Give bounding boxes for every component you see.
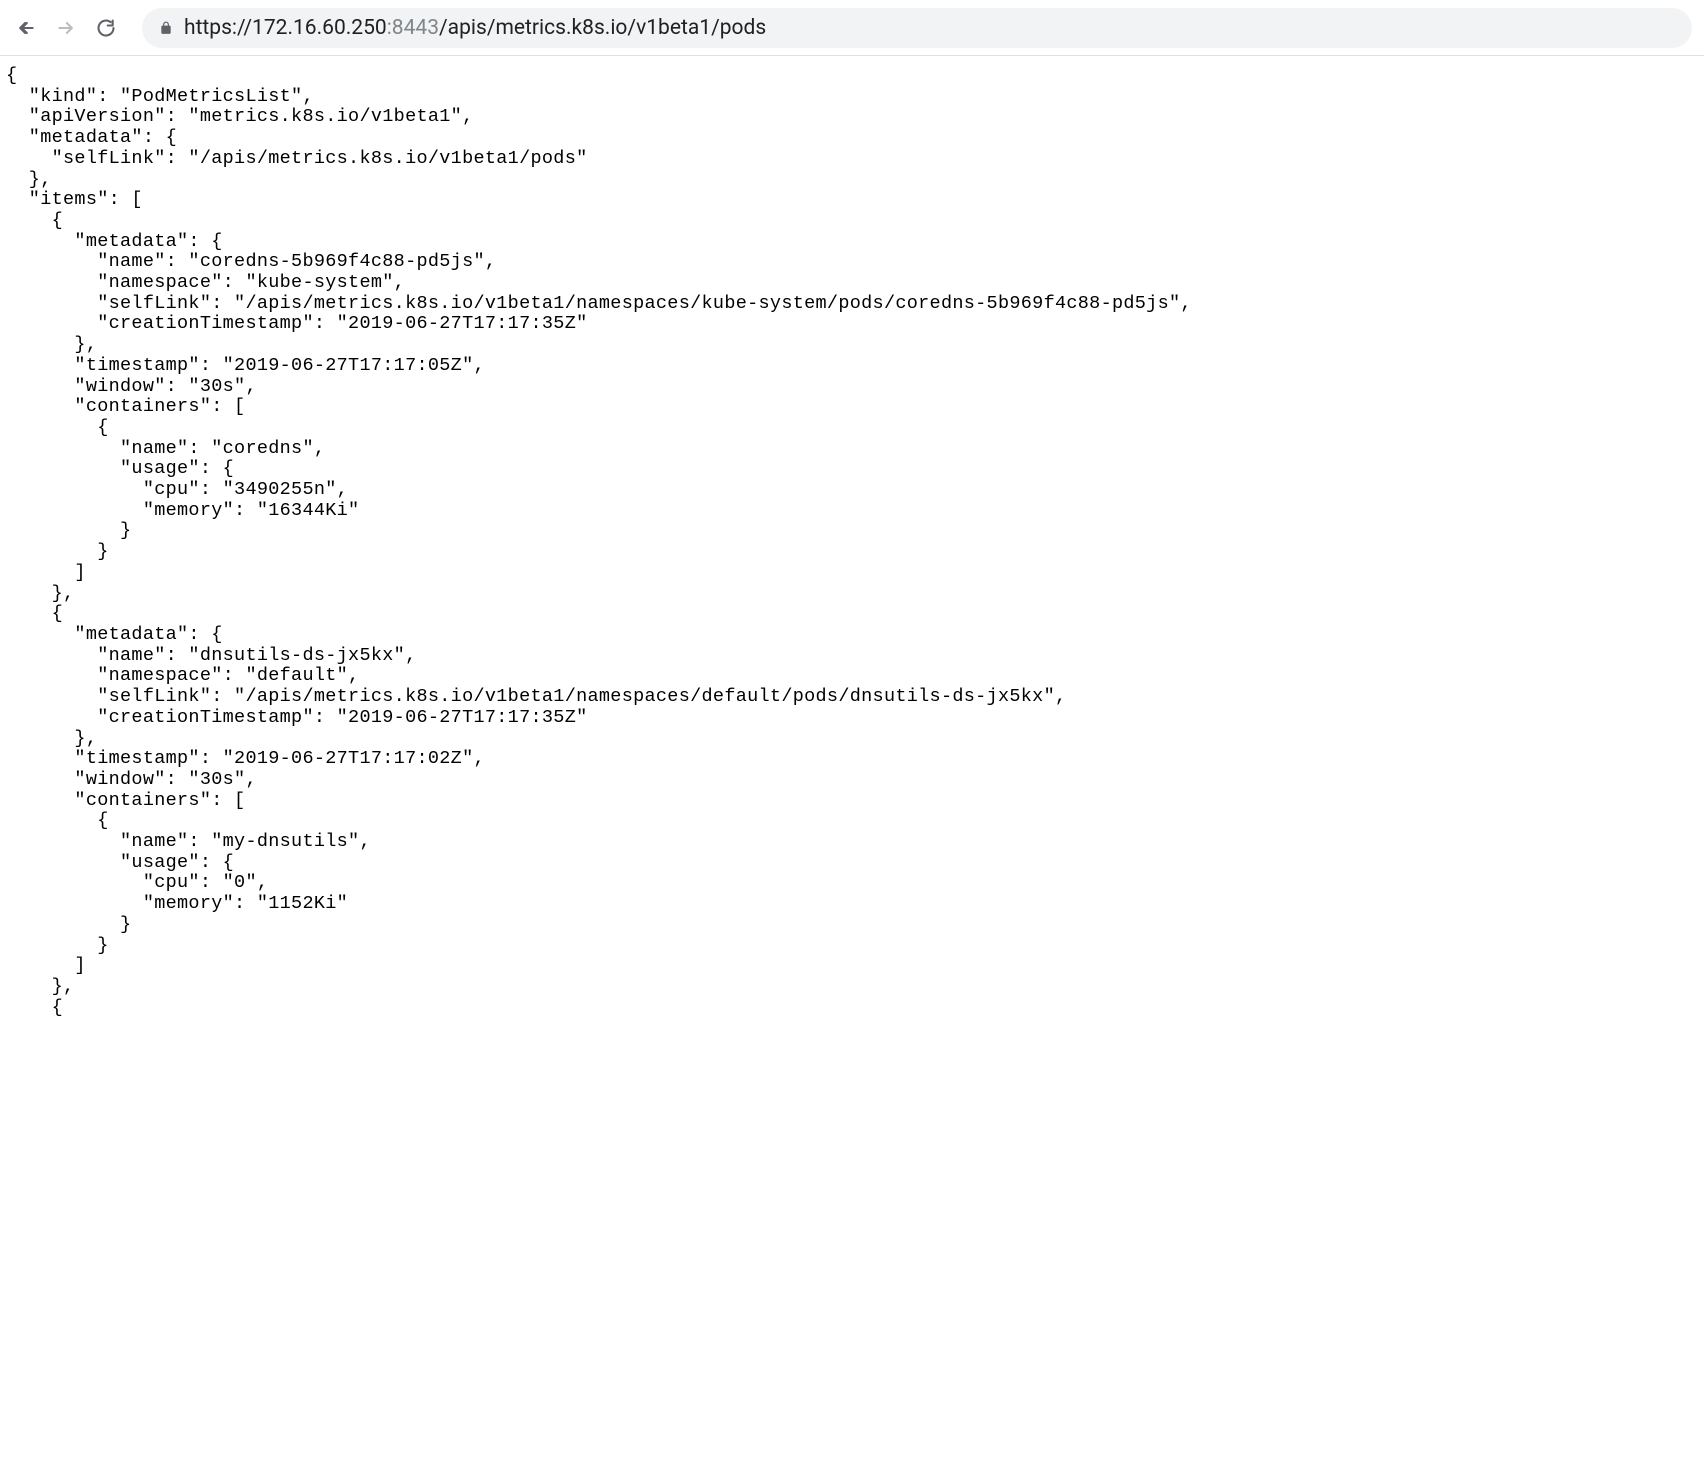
lock-icon: [158, 20, 174, 36]
page-content: { "kind": "PodMetricsList", "apiVersion"…: [0, 56, 1704, 1028]
url-host: https://172.16.60.250: [184, 16, 387, 40]
browser-toolbar: https://172.16.60.250:8443/apis/metrics.…: [0, 0, 1704, 56]
back-button[interactable]: [12, 14, 40, 42]
url-port: :8443: [387, 16, 439, 40]
json-response: { "kind": "PodMetricsList", "apiVersion"…: [6, 66, 1698, 1018]
address-bar[interactable]: https://172.16.60.250:8443/apis/metrics.…: [142, 8, 1692, 48]
reload-button[interactable]: [92, 14, 120, 42]
url-path: /apis/metrics.k8s.io/v1beta1/pods: [439, 16, 766, 40]
forward-button[interactable]: [52, 14, 80, 42]
url-display: https://172.16.60.250:8443/apis/metrics.…: [184, 16, 766, 40]
